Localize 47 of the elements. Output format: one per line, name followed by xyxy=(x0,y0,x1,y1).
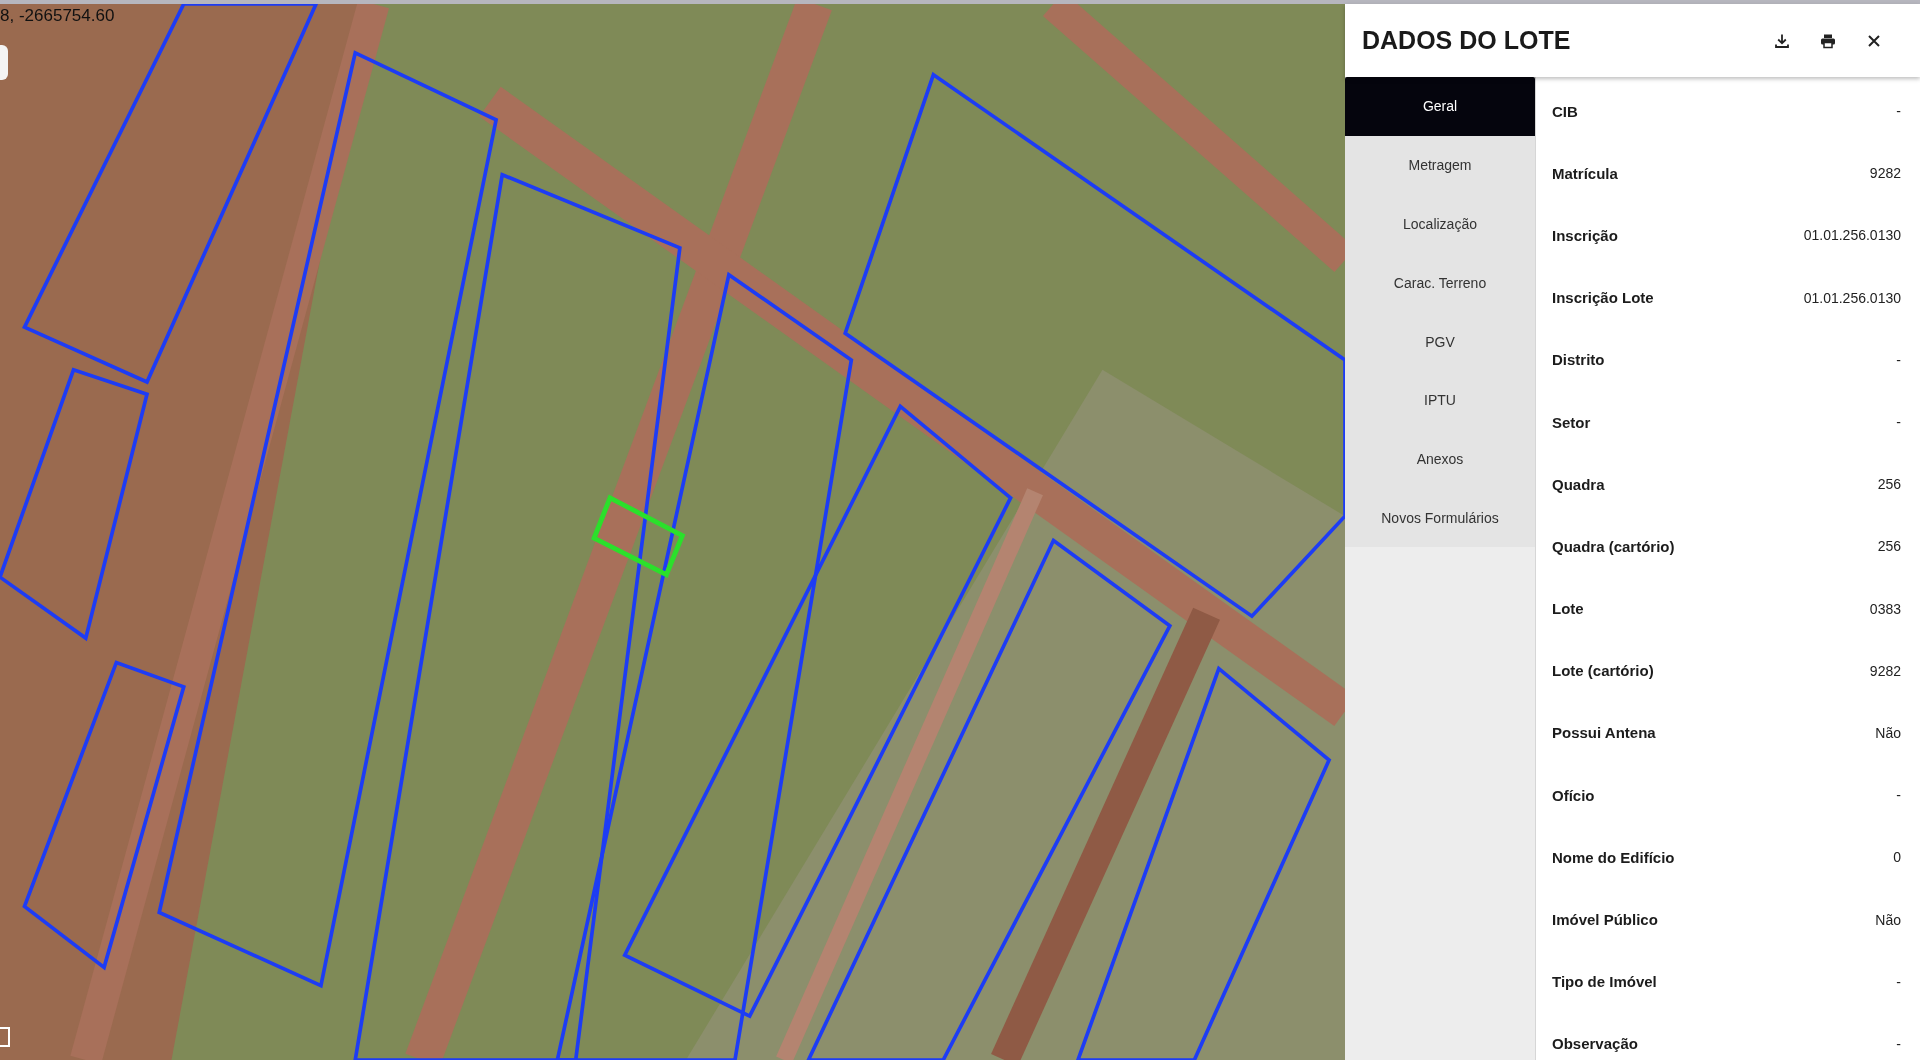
field-value: Não xyxy=(1875,911,1901,928)
panel-title: DADOS DO LOTE xyxy=(1362,26,1571,55)
field-label: Nome do Edifício xyxy=(1552,848,1675,866)
field-value: 0383 xyxy=(1869,600,1901,617)
tab[interactable]: Geral xyxy=(1345,77,1535,136)
field-label: Setor xyxy=(1552,413,1591,431)
field-value: - xyxy=(1896,1035,1901,1052)
download-icon xyxy=(1774,32,1790,49)
field-value: 256 xyxy=(1877,476,1901,493)
field-value: - xyxy=(1896,973,1901,990)
field-label: Distrito xyxy=(1552,351,1605,369)
field-value: - xyxy=(1896,787,1901,804)
field-label: Observação xyxy=(1552,1035,1638,1053)
field-label: Lote xyxy=(1552,600,1584,618)
field-label: CIB xyxy=(1552,102,1578,120)
field-label: Inscrição Lote xyxy=(1552,289,1654,307)
field-value: 256 xyxy=(1877,538,1901,555)
tab[interactable]: Metragem xyxy=(1345,135,1535,195)
square-outline-icon xyxy=(0,1027,10,1047)
field-value: - xyxy=(1896,414,1901,431)
field-label: Matrícula xyxy=(1552,164,1618,182)
field-value: 9282 xyxy=(1869,165,1901,182)
side-handle[interactable] xyxy=(0,45,8,80)
field-value: 01.01.256.0130 xyxy=(1803,227,1901,244)
field-label: Quadra (cartório) xyxy=(1552,537,1675,555)
field-value: - xyxy=(1896,351,1901,368)
field-label: Possui Antena xyxy=(1552,724,1656,742)
coordinates-readout: 8, -2665754.60 xyxy=(0,6,115,26)
field-value: Não xyxy=(1875,724,1901,741)
field-label: Quadra xyxy=(1552,475,1605,493)
tab[interactable]: Anexos xyxy=(1345,429,1535,489)
field-label: Tipo de Imóvel xyxy=(1552,973,1657,991)
close-icon xyxy=(1866,32,1882,49)
tab[interactable]: Localização xyxy=(1345,194,1535,254)
tab[interactable]: Novos Formulários xyxy=(1345,488,1535,548)
field-label: Inscrição xyxy=(1552,226,1618,244)
field-label: Imóvel Público xyxy=(1552,911,1658,929)
tab[interactable]: Carac. Terreno xyxy=(1345,253,1535,313)
field-label: Lote (cartório) xyxy=(1552,662,1654,680)
field-value: - xyxy=(1896,103,1901,120)
tab[interactable]: IPTU xyxy=(1345,371,1535,430)
tab[interactable]: PGV xyxy=(1345,312,1535,371)
field-value: 01.01.256.0130 xyxy=(1803,289,1901,306)
field-value: 0 xyxy=(1893,849,1901,866)
field-value: 9282 xyxy=(1869,662,1901,679)
printer-icon xyxy=(1820,32,1836,49)
field-label: Ofício xyxy=(1552,786,1595,804)
